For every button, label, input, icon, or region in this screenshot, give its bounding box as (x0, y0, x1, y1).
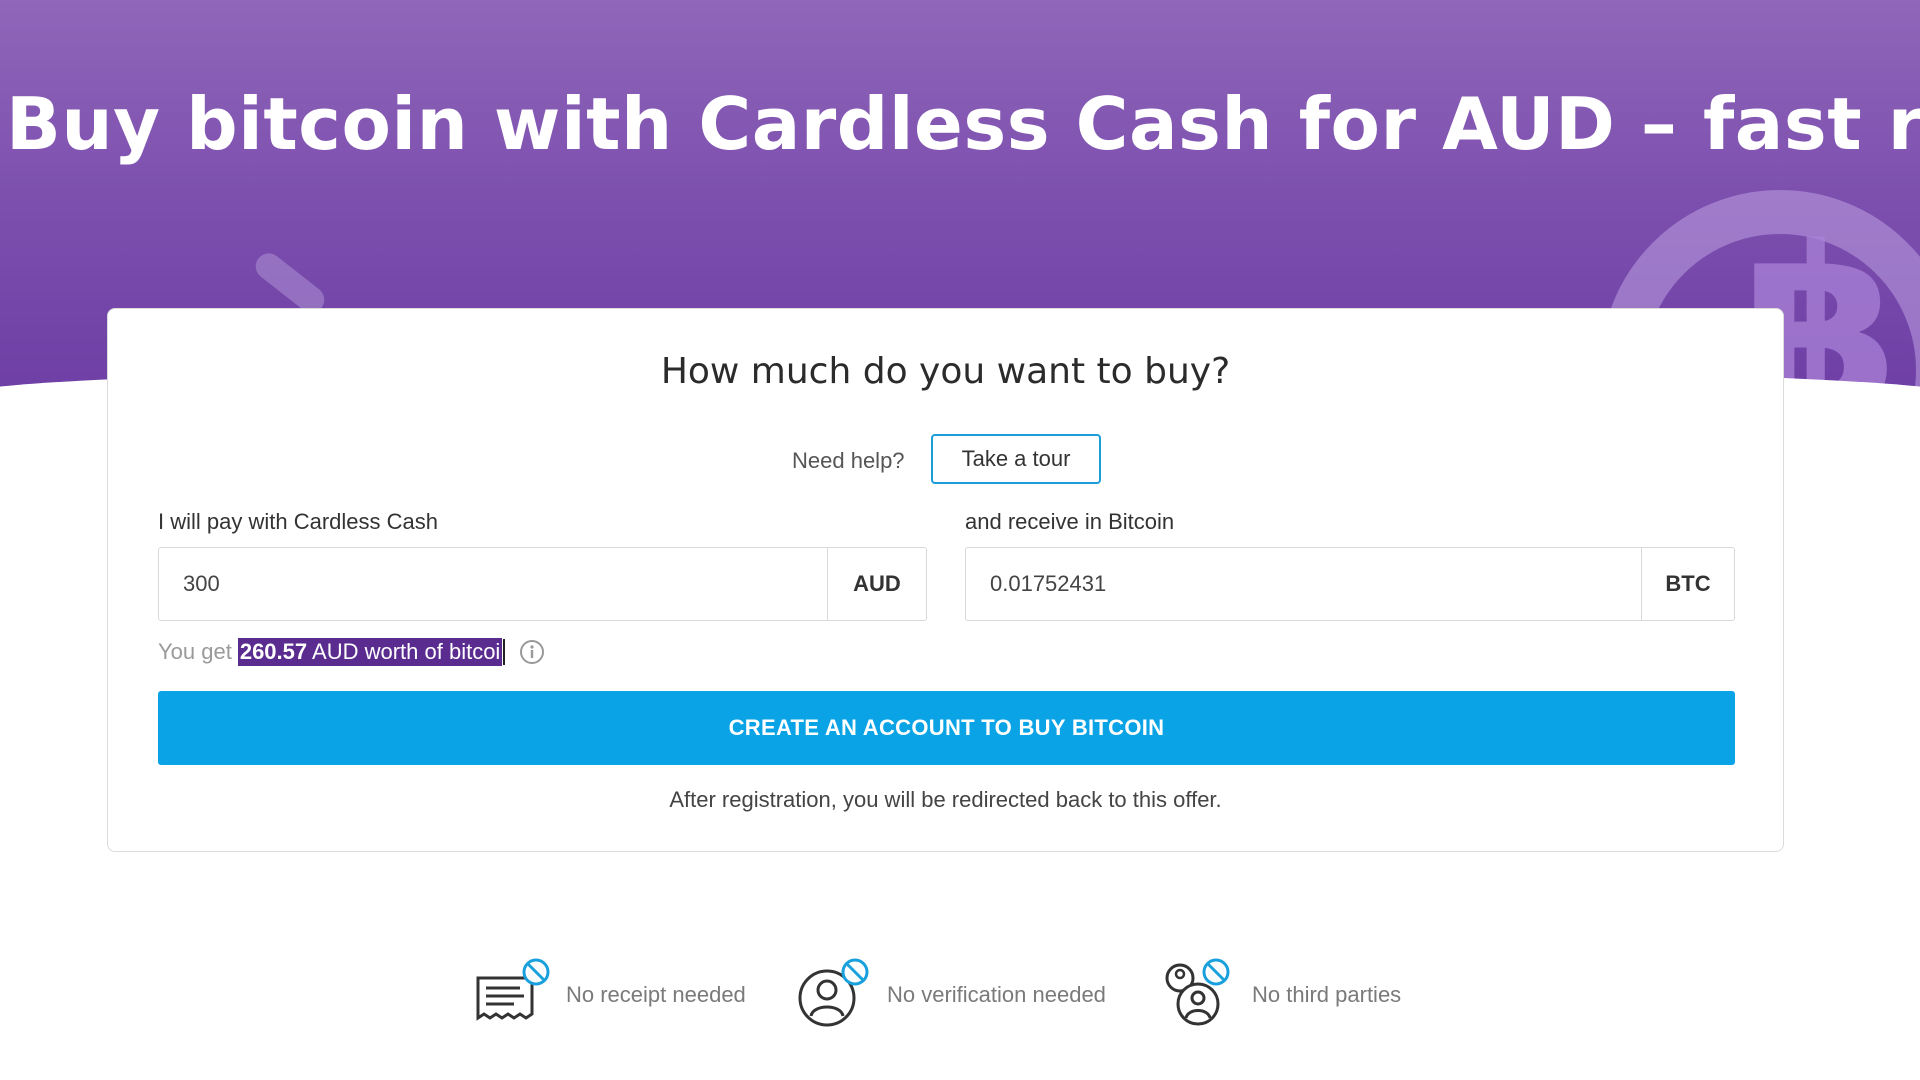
pay-field-label: I will pay with Cardless Cash (158, 509, 438, 534)
receive-input-group: BTC (965, 547, 1735, 621)
feature-item: No verification needed (795, 955, 1106, 1035)
page-title: Buy bitcoin with Cardless Cash for AUD –… (6, 82, 1920, 166)
you-get-suffix: AUD worth of bitcoi (307, 639, 501, 664)
you-get-summary: You get 260.57 AUD worth of bitcoi (158, 635, 545, 669)
receipt-icon (474, 958, 554, 1033)
pay-amount-input[interactable] (159, 548, 827, 620)
pay-input-group: AUD (158, 547, 927, 621)
pay-currency-label: AUD (827, 548, 926, 620)
feature-label: No receipt needed (566, 982, 746, 1007)
receive-field-label: and receive in Bitcoin (965, 509, 1175, 534)
feature-label: No third parties (1252, 982, 1402, 1007)
take-a-tour-button[interactable]: Take a tour (931, 434, 1101, 484)
need-help-label: Need help? (792, 448, 905, 473)
user-icon (795, 958, 875, 1033)
text-cursor (503, 639, 506, 665)
feature-item: No third parties (1160, 955, 1401, 1035)
you-get-prefix: You get (158, 639, 232, 664)
feature-list: No receipt needed No verification needed (0, 955, 1920, 1035)
feature-item: No receipt needed (474, 955, 746, 1035)
selected-text-highlight: 260.57 AUD worth of bitcoi (237, 638, 503, 666)
you-get-amount: 260.57 (239, 639, 308, 664)
feature-label: No verification needed (887, 982, 1106, 1007)
receive-currency-label: BTC (1641, 548, 1734, 620)
info-icon[interactable] (519, 639, 545, 665)
receive-amount-input[interactable] (966, 548, 1641, 620)
create-account-button[interactable]: CREATE AN ACCOUNT TO BUY BITCOIN (158, 691, 1735, 765)
help-row: Need help? Take a tour (108, 434, 1783, 486)
card-heading: How much do you want to buy? (660, 351, 1231, 392)
buy-form-card: How much do you want to buy? Need help? … (107, 308, 1784, 852)
group-icon (1160, 958, 1240, 1033)
redirect-note: After registration, you will be redirect… (669, 787, 1222, 812)
